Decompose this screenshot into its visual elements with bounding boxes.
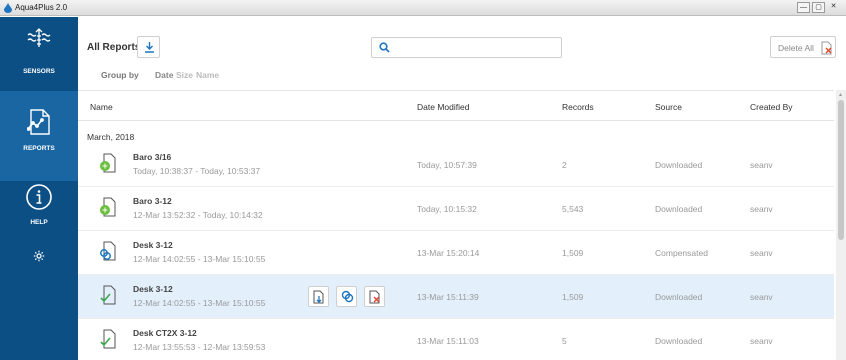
maximize-button[interactable]: ▢	[812, 2, 825, 13]
delete-all-label: Delete All	[778, 43, 814, 53]
file-download-icon	[313, 290, 324, 304]
delete-file-icon	[369, 290, 380, 304]
source: Downloaded	[655, 336, 703, 346]
download-icon	[145, 42, 154, 53]
minimize-button[interactable]: —	[797, 2, 810, 13]
column-header-source[interactable]: Source	[655, 102, 682, 112]
sidebar-item-label: SENSORS	[23, 68, 55, 75]
sidebar-item-help[interactable]: HELP	[0, 181, 78, 241]
sidebar-item-sensors[interactable]: SENSORS	[0, 17, 78, 87]
report-date-range: 12-Mar 14:02:55 - 13-Mar 15:10:55	[133, 298, 266, 308]
sidebar-item-reports[interactable]: REPORTS	[0, 91, 78, 181]
group-option-date[interactable]: Date	[155, 70, 173, 80]
delete-report-button[interactable]	[364, 286, 385, 307]
report-date-range: 12-Mar 13:52:32 - Today, 10:14:32	[133, 210, 263, 220]
sidebar-item-label: REPORTS	[23, 145, 55, 152]
search-input[interactable]	[371, 37, 562, 58]
download-report-button[interactable]	[137, 36, 160, 58]
report-name: Baro 3/16	[133, 152, 172, 162]
page-title: All Reports	[87, 42, 141, 53]
table-row[interactable]: Desk 3-12 12-Mar 14:02:55 - 13-Mar 15:10…	[78, 231, 834, 275]
export-report-button[interactable]	[308, 286, 329, 307]
help-icon	[26, 184, 52, 210]
source: Compensated	[655, 248, 708, 258]
records-count: 2	[562, 160, 567, 170]
column-header-date-modified[interactable]: Date Modified	[417, 102, 469, 112]
sidebar-item-settings[interactable]	[0, 245, 78, 273]
source: Downloaded	[655, 204, 703, 214]
created-by: seanv	[750, 204, 773, 214]
group-option-size[interactable]: Size	[176, 70, 193, 80]
records-count: 5,543	[562, 204, 584, 214]
table-header: Name Date Modified Records Source Create…	[78, 90, 834, 121]
sidebar-item-label: HELP	[30, 219, 48, 226]
table-row[interactable]: Baro 3-12 12-Mar 13:52:32 - Today, 10:14…	[78, 187, 834, 231]
created-by: seanv	[750, 292, 773, 302]
date-modified: Today, 10:57:39	[417, 160, 477, 170]
source: Downloaded	[655, 160, 703, 170]
records-count: 1,509	[562, 248, 584, 258]
column-header-name[interactable]: Name	[90, 102, 113, 112]
created-by: seanv	[750, 336, 773, 346]
reports-icon	[27, 109, 50, 135]
source: Downloaded	[655, 292, 703, 302]
created-by: seanv	[750, 248, 773, 258]
baro-report-icon	[100, 197, 116, 217]
report-name: Desk 3-12	[133, 240, 173, 250]
table-row-selected[interactable]: Desk 3-12 12-Mar 14:02:55 - 13-Mar 15:10…	[78, 275, 834, 319]
records-count: 5	[562, 336, 567, 346]
delete-file-icon	[821, 41, 832, 55]
downloaded-report-icon	[100, 285, 116, 305]
date-modified: 13-Mar 15:11:03	[417, 336, 479, 346]
compensate-report-button[interactable]	[336, 286, 357, 307]
date-modified: Today, 10:15:32	[417, 204, 477, 214]
compensate-icon	[341, 290, 354, 303]
report-name: Baro 3-12	[133, 196, 172, 206]
window-titlebar: Aqua4Plus 2.0 — ▢ ✕	[0, 0, 846, 16]
date-modified: 13-Mar 15:11:39	[417, 292, 479, 302]
settings-gear-icon	[33, 250, 45, 262]
report-date-range: Today, 10:38:37 - Today, 10:53:37	[133, 166, 261, 176]
report-date-range: 12-Mar 14:02:55 - 13-Mar 15:10:55	[133, 254, 266, 264]
column-header-created-by[interactable]: Created By	[750, 102, 793, 112]
sensors-icon	[27, 28, 51, 47]
column-header-records[interactable]: Records	[562, 102, 594, 112]
close-button[interactable]: ✕	[827, 2, 840, 13]
search-icon	[379, 42, 390, 53]
app-logo-icon	[4, 3, 12, 13]
group-by-label: Group by	[101, 70, 139, 80]
scroll-up-arrow-icon[interactable]: ▲	[838, 92, 844, 98]
delete-all-button[interactable]: Delete All	[770, 36, 836, 58]
downloaded-report-icon	[100, 329, 116, 349]
compensated-report-icon	[100, 241, 116, 261]
report-date-range: 12-Mar 13:55:53 - 12-Mar 13:59:53	[133, 342, 266, 352]
group-header-month: March, 2018	[87, 132, 135, 142]
date-modified: 13-Mar 15:20:14	[417, 248, 480, 258]
report-name: Desk CT2X 3-12	[133, 328, 197, 338]
report-name: Desk 3-12	[133, 284, 173, 294]
group-option-name[interactable]: Name	[196, 70, 219, 80]
scrollbar-thumb[interactable]	[838, 100, 844, 240]
sidebar: SENSORS REPORTS HELP	[0, 17, 78, 360]
baro-report-icon	[100, 153, 116, 173]
table-row[interactable]: Baro 3/16 Today, 10:38:37 - Today, 10:53…	[78, 143, 834, 187]
records-count: 1,509	[562, 292, 584, 302]
table-row[interactable]: Desk CT2X 3-12 12-Mar 13:55:53 - 12-Mar …	[78, 319, 834, 360]
created-by: seanv	[750, 160, 773, 170]
window-title: Aqua4Plus 2.0	[15, 3, 68, 12]
